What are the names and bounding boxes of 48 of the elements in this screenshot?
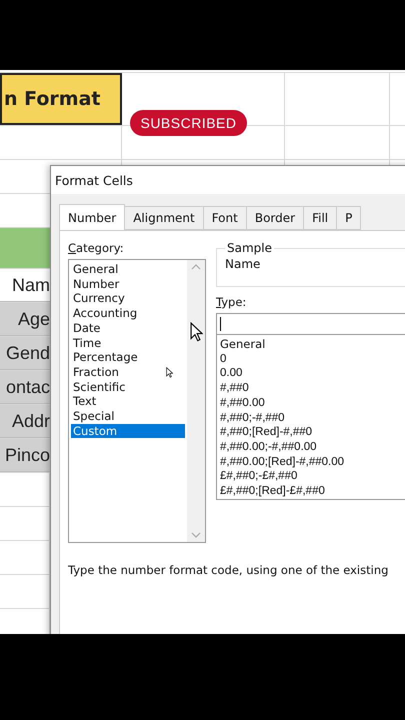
scroll-up-icon[interactable] (191, 264, 201, 270)
format-item[interactable]: #,##0.00;-#,##0.00 (220, 440, 405, 455)
header-cell (0, 228, 50, 268)
scroll-down-icon[interactable] (191, 532, 201, 538)
sample-value: Name (225, 257, 262, 271)
tab[interactable]: Border (246, 206, 304, 230)
subscribe-button[interactable]: SUBSCRIBED (130, 110, 247, 136)
category-item[interactable]: Time (71, 336, 185, 350)
spreadsheet-cell: Gend (0, 337, 50, 370)
format-item[interactable]: #,##0;-#,##0 (220, 410, 405, 426)
sample-label: Sample (226, 241, 273, 255)
spreadsheet-cell: Age (0, 303, 50, 336)
category-item[interactable]: Fraction (71, 364, 185, 380)
category-label: Category: (68, 241, 125, 255)
format-item[interactable]: #,##0.00;[Red]-#,##0.00 (220, 454, 405, 470)
category-item[interactable]: Custom (71, 424, 185, 438)
tab[interactable]: P (336, 206, 362, 230)
spreadsheet-cell: Addr (0, 405, 50, 438)
spreadsheet-cell: Pinco (0, 439, 50, 472)
dialog-title: Format Cells (55, 172, 133, 188)
category-item[interactable]: General (71, 262, 185, 277)
type-label: Type: (216, 295, 248, 309)
category-item[interactable]: Scientific (71, 380, 185, 394)
category-item[interactable]: Special (71, 409, 185, 424)
format-item[interactable]: 0.00 (220, 366, 405, 382)
format-item[interactable]: #,##0;[Red]-#,##0 (220, 425, 405, 440)
format-item[interactable]: 0 (220, 352, 405, 366)
format-item[interactable]: General (220, 337, 405, 352)
format-item[interactable]: #,##0 (220, 381, 405, 396)
category-item[interactable]: Text (71, 394, 185, 410)
tab[interactable]: Number (59, 204, 126, 230)
category-item[interactable]: Currency (71, 291, 185, 306)
mouse-pointer-icon (166, 367, 174, 378)
format-item[interactable]: £#,##0;[Red]-£#,##0 (220, 484, 405, 499)
spreadsheet-cell: ontac (0, 371, 50, 404)
tab[interactable]: Font (202, 206, 247, 230)
mouse-pointer-icon (190, 322, 204, 342)
title-cell: n Format (0, 73, 122, 125)
category-item[interactable]: Date (71, 320, 185, 336)
type-input-field[interactable] (216, 313, 405, 335)
description-text: Type the number format code, using one of the existing (68, 563, 390, 577)
category-item[interactable]: Accounting (71, 306, 185, 321)
format-item[interactable]: £#,##0;-£#,##0 (220, 469, 405, 484)
category-item[interactable]: Percentage (71, 350, 185, 365)
category-item[interactable]: Number (71, 276, 185, 292)
tab[interactable]: Fill (303, 206, 338, 230)
format-item[interactable]: #,##0.00 (220, 396, 405, 411)
tab[interactable]: Alignment (124, 206, 204, 230)
